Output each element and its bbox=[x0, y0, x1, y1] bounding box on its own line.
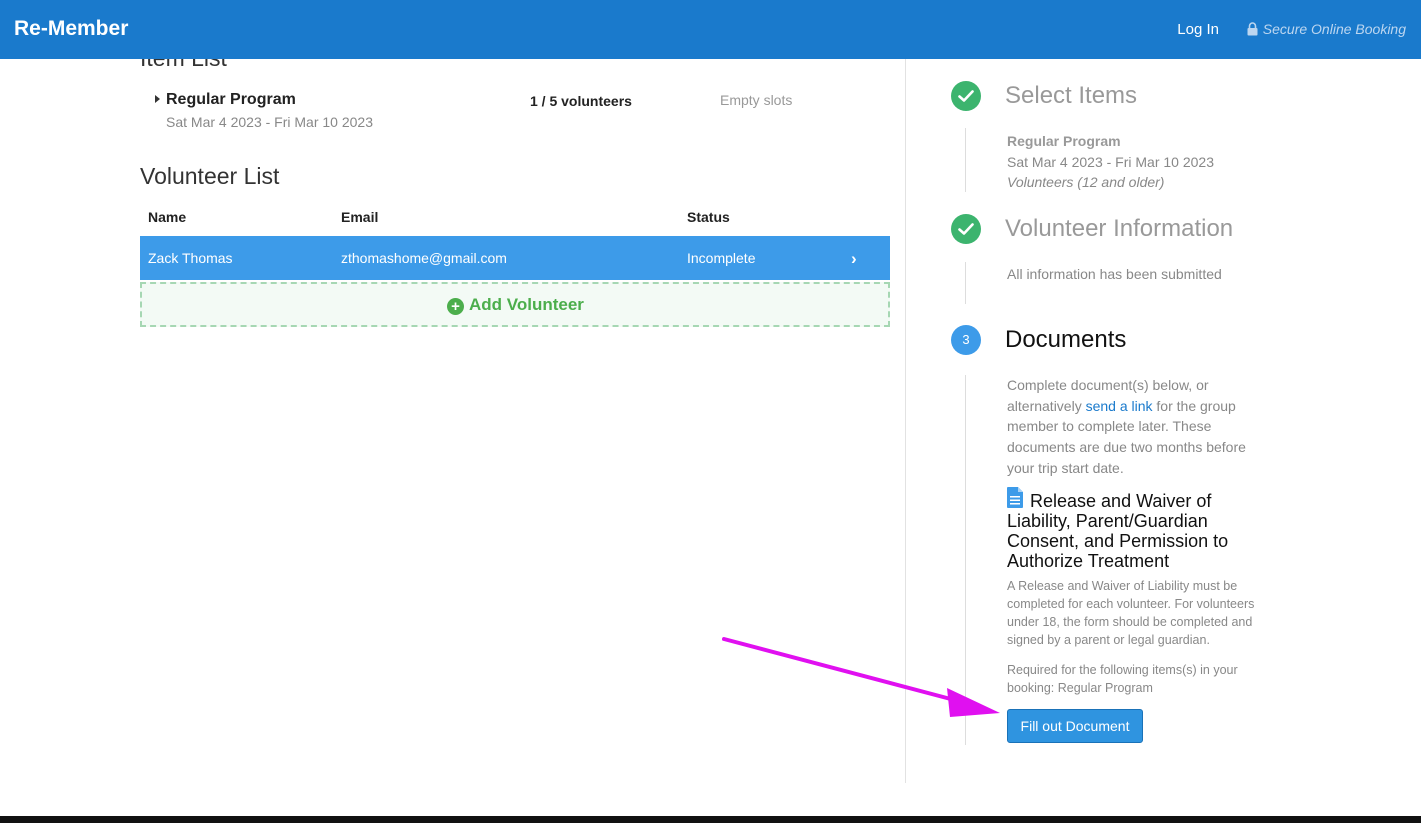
volunteer-info-status: All information has been submitted bbox=[1007, 266, 1222, 282]
document-description: A Release and Waiver of Liability must b… bbox=[1007, 579, 1255, 647]
step-number-badge: 3 bbox=[951, 325, 981, 355]
selected-dates: Sat Mar 4 2023 - Fri Mar 10 2023 bbox=[1007, 154, 1214, 170]
fill-out-document-button[interactable]: Fill out Document bbox=[1007, 709, 1143, 743]
top-navbar: Re-Member Log In Secure Online Booking bbox=[0, 0, 1421, 59]
chevron-right-icon[interactable]: › bbox=[851, 249, 857, 269]
column-header-email: Email bbox=[341, 209, 379, 225]
volunteer-email: zthomashome@gmail.com bbox=[341, 250, 507, 266]
plus-circle-icon: + bbox=[447, 298, 464, 315]
documents-intro: Complete document(s) below, or alternati… bbox=[1007, 375, 1277, 479]
check-circle-icon bbox=[951, 214, 981, 244]
add-volunteer-label: Add Volunteer bbox=[469, 295, 584, 314]
check-circle-icon bbox=[951, 81, 981, 111]
item-volunteer-count: 1 / 5 volunteers bbox=[530, 93, 632, 109]
step-volunteer-info-title: Volunteer Information bbox=[1005, 215, 1234, 242]
window-bottom-edge bbox=[0, 816, 1421, 823]
step-connector bbox=[965, 375, 966, 745]
item-list-heading: Item List bbox=[140, 59, 227, 72]
secure-booking-text: Secure Online Booking bbox=[1262, 21, 1406, 37]
brand-logo[interactable]: Re-Member bbox=[14, 17, 128, 41]
selected-program: Regular Program bbox=[1007, 133, 1121, 149]
item-empty-slots: Empty slots bbox=[720, 92, 793, 108]
volunteer-name: Zack Thomas bbox=[148, 250, 233, 266]
volunteer-row[interactable]: Zack Thomas zthomashome@gmail.com Incomp… bbox=[140, 236, 890, 280]
step-select-items-title: Select Items bbox=[1005, 82, 1138, 109]
step-connector bbox=[965, 262, 966, 304]
item-name: Regular Program bbox=[166, 91, 296, 108]
volunteer-status: Incomplete bbox=[687, 250, 756, 266]
volunteer-list-heading: Volunteer List bbox=[140, 163, 280, 189]
login-link[interactable]: Log In bbox=[1177, 21, 1219, 38]
booking-steps-panel: Select Items Regular Program Sat Mar 4 2… bbox=[906, 59, 1421, 783]
send-link[interactable]: send a link bbox=[1086, 398, 1153, 414]
column-header-status: Status bbox=[687, 209, 730, 225]
main-content: Item List Regular Program Sat Mar 4 2023… bbox=[0, 59, 905, 783]
document-title: Release and Waiver of Liability, Parent/… bbox=[1007, 491, 1229, 571]
document-requirement: Required for the following items(s) in y… bbox=[1007, 663, 1238, 695]
column-header-name: Name bbox=[148, 209, 187, 225]
lock-icon bbox=[1247, 22, 1258, 36]
step-connector bbox=[965, 128, 966, 192]
expand-caret-icon[interactable] bbox=[155, 95, 160, 103]
step-documents-title: Documents bbox=[1005, 326, 1127, 353]
add-volunteer-button[interactable]: + Add Volunteer bbox=[140, 282, 890, 327]
secure-booking-label: Secure Online Booking bbox=[1247, 21, 1406, 37]
item-dates: Sat Mar 4 2023 - Fri Mar 10 2023 bbox=[166, 114, 373, 130]
selected-note: Volunteers (12 and older) bbox=[1007, 174, 1165, 190]
